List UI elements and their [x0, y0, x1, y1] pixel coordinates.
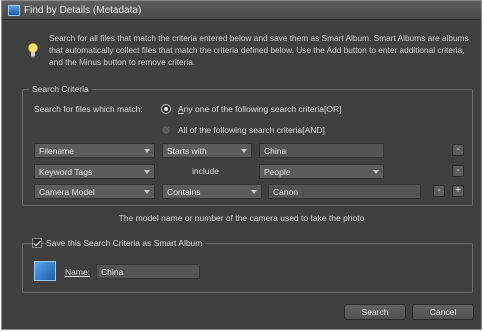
criteria-field-dropdown[interactable]: Keyword Tags: [34, 164, 155, 179]
criteria-value-input[interactable]: Canon: [268, 184, 421, 199]
criteria-field-dropdown[interactable]: Filename: [34, 143, 155, 158]
radio-any-criteria[interactable]: [161, 104, 171, 114]
smart-album-icon: [34, 261, 56, 281]
remove-criteria-button[interactable]: -: [452, 165, 464, 177]
dropdown-arrow-icon: [144, 190, 150, 194]
dropdown-arrow-icon: [144, 170, 150, 174]
title-bar[interactable]: Find by Details (Metadata): [2, 1, 481, 20]
lightbulb-icon: [28, 43, 38, 58]
dropdown-arrow-icon: [251, 190, 257, 194]
name-label: Name:: [65, 267, 91, 277]
criteria-field-dropdown[interactable]: Camera Model: [34, 184, 155, 199]
match-label: Search for files which match:: [34, 104, 143, 114]
criteria-operator-dropdown[interactable]: Starts with: [162, 143, 252, 158]
app-icon: [8, 5, 20, 16]
cancel-button[interactable]: Cancel: [412, 304, 474, 320]
criteria-operator-text: include: [192, 166, 219, 176]
criteria-operator-dropdown[interactable]: Contains: [162, 184, 262, 199]
dropdown-arrow-icon: [241, 149, 247, 153]
remove-criteria-button[interactable]: -: [433, 185, 445, 197]
radio-all-criteria[interactable]: [161, 125, 171, 135]
remove-criteria-button[interactable]: -: [452, 144, 464, 156]
dropdown-arrow-icon: [373, 170, 379, 174]
save-smart-album-checkbox[interactable]: [32, 238, 42, 248]
info-description: Search for all files that match the crit…: [49, 33, 469, 67]
dropdown-arrow-icon: [144, 149, 150, 153]
search-button[interactable]: Search: [344, 304, 406, 320]
window-title: Find by Details (Metadata): [24, 5, 142, 16]
find-by-details-dialog: Find by Details (Metadata) Search for al…: [1, 0, 482, 330]
criteria-value-dropdown[interactable]: People: [259, 164, 384, 179]
search-criteria-label: Search Criteria: [29, 84, 92, 94]
album-name-input[interactable]: China: [96, 264, 200, 279]
radio-any-label[interactable]: Any one of the following search criteria…: [178, 104, 341, 114]
save-smart-album-label[interactable]: Save this Search Criteria as Smart Album: [46, 238, 206, 248]
radio-all-label[interactable]: All of the following search criteria[AND…: [178, 125, 325, 135]
criteria-description: The model name or number of the camera u…: [118, 213, 365, 223]
add-criteria-button[interactable]: +: [452, 185, 464, 197]
criteria-value-input[interactable]: China: [259, 143, 384, 158]
